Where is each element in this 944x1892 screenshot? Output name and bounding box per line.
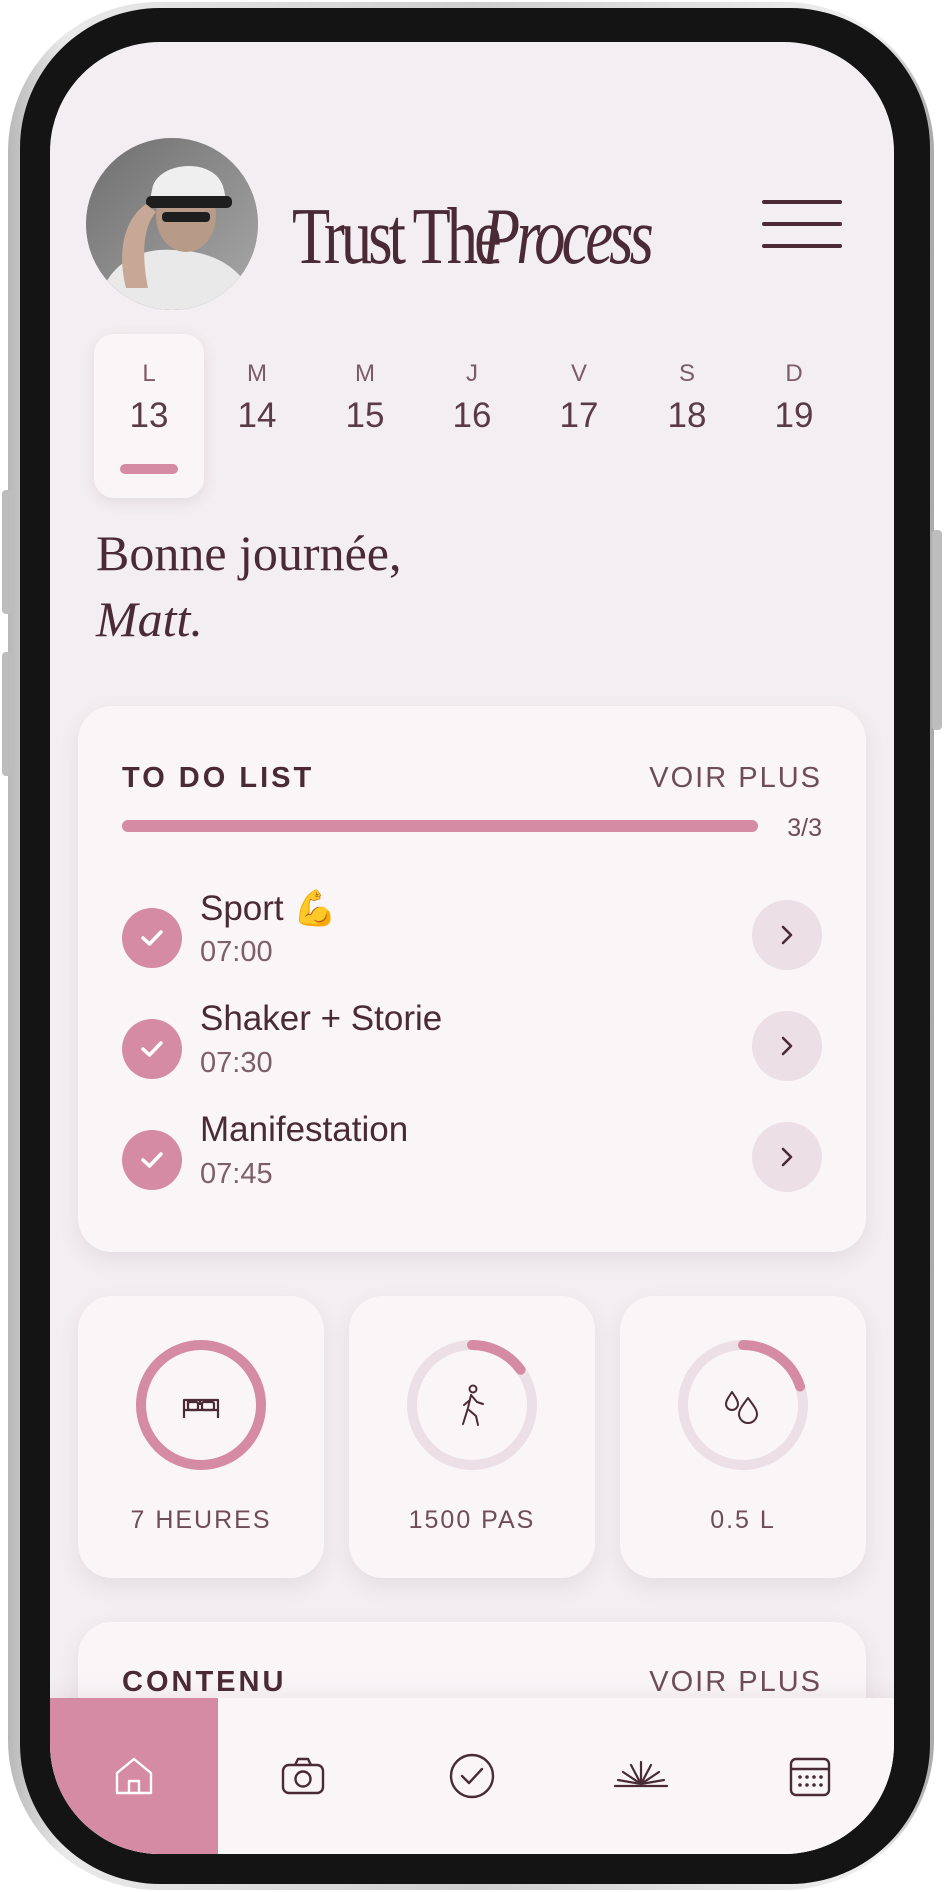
profile-photo	[86, 138, 258, 310]
steps-stat-card[interactable]: 1500 PAS	[349, 1296, 595, 1578]
week-strip: L 13 M 14 M 15 J 16 V 17 S 18 D 19	[94, 334, 850, 498]
task-title: Manifestation	[200, 1110, 409, 1149]
day-letter: D	[785, 360, 803, 387]
todo-title: TO DO LIST	[122, 762, 315, 794]
hamburger-menu-icon[interactable]	[762, 200, 842, 250]
day-letter: L	[142, 360, 156, 387]
check-icon[interactable]	[122, 1019, 182, 1079]
day-item[interactable]: M 15	[310, 334, 420, 498]
greeting: Bonne journée, Matt.	[96, 520, 596, 652]
day-date: 13	[129, 396, 169, 435]
bottom-nav	[50, 1698, 894, 1854]
water-progress-ring	[678, 1340, 808, 1470]
day-letter: J	[466, 360, 478, 387]
home-icon	[115, 1757, 153, 1795]
task-row[interactable]: Manifestation 07:45	[122, 1110, 822, 1210]
task-time: 07:30	[200, 1047, 273, 1079]
check-icon[interactable]	[122, 1130, 182, 1190]
steps-progress-ring	[407, 1340, 537, 1470]
sunrise-icon	[613, 1760, 669, 1788]
sleep-progress-ring	[136, 1340, 266, 1470]
day-letter: M	[355, 360, 375, 387]
task-time: 07:45	[200, 1158, 273, 1190]
chevron-right-icon[interactable]	[752, 1122, 822, 1192]
check-icon[interactable]	[122, 908, 182, 968]
chevron-right-icon[interactable]	[752, 1011, 822, 1081]
nav-home[interactable]	[50, 1698, 218, 1854]
day-date: 19	[774, 396, 814, 435]
steps-label: 1500 PAS	[408, 1506, 536, 1534]
day-date: 16	[452, 396, 492, 435]
todo-card: TO DO LIST VOIR PLUS 3/3 Sport 💪 07:00 S…	[78, 706, 866, 1252]
app-title: Trust The Process	[292, 182, 742, 292]
nav-calendar[interactable]	[726, 1698, 894, 1854]
power-button	[932, 530, 942, 730]
camera-icon	[281, 1757, 325, 1795]
day-item[interactable]: S 18	[632, 334, 742, 498]
check-circle-icon	[449, 1753, 495, 1799]
content-title: CONTENU	[122, 1666, 287, 1698]
todo-progress-fill	[122, 820, 758, 832]
content-see-more-link[interactable]: VOIR PLUS	[649, 1666, 822, 1699]
task-title: Shaker + Storie	[200, 999, 443, 1038]
avatar[interactable]	[86, 138, 258, 310]
day-item[interactable]: M 14	[202, 334, 312, 498]
water-drops-icon	[725, 1391, 758, 1424]
day-date: 18	[667, 396, 707, 435]
day-letter: V	[570, 360, 587, 387]
side-button	[2, 652, 12, 776]
todo-see-more-link[interactable]: VOIR PLUS	[649, 762, 822, 795]
chevron-right-icon[interactable]	[752, 900, 822, 970]
day-item[interactable]: D 19	[739, 334, 849, 498]
day-letter: S	[678, 360, 695, 387]
task-time: 07:00	[200, 936, 273, 968]
app-title-part2: Process	[481, 192, 654, 281]
walking-icon	[462, 1384, 484, 1426]
water-label: 0.5 L	[710, 1506, 776, 1534]
todo-progress-bar	[122, 820, 758, 832]
water-stat-card[interactable]: 0.5 L	[620, 1296, 866, 1578]
task-row[interactable]: Sport 💪 07:00	[122, 888, 822, 988]
day-item[interactable]: J 16	[417, 334, 527, 498]
side-button	[2, 490, 12, 614]
day-date: 14	[237, 396, 277, 435]
todo-progress-text: 3/3	[787, 814, 822, 842]
day-date: 17	[559, 396, 599, 435]
app-title-part1: Trust The	[292, 192, 502, 281]
task-row[interactable]: Shaker + Storie 07:30	[122, 999, 822, 1099]
calendar-icon	[789, 1757, 831, 1797]
greeting-name: Matt.	[96, 591, 203, 647]
bed-icon	[182, 1398, 220, 1418]
nav-camera[interactable]	[219, 1698, 387, 1854]
day-item[interactable]: V 17	[524, 334, 634, 498]
day-date: 15	[345, 396, 385, 435]
day-letter: M	[247, 360, 267, 387]
nav-tasks[interactable]	[388, 1698, 556, 1854]
nav-mood[interactable]	[557, 1698, 725, 1854]
task-title: Sport 💪	[200, 889, 337, 928]
day-item-selected[interactable]: L 13	[94, 334, 204, 498]
greeting-line: Bonne journée,	[96, 525, 402, 581]
app-screen: Trust The Process L 13 M 14 M 15 J 16 V …	[50, 42, 894, 1854]
selected-day-indicator	[120, 464, 178, 474]
sleep-label: 7 HEURES	[130, 1506, 272, 1534]
sleep-stat-card[interactable]: 7 HEURES	[78, 1296, 324, 1578]
